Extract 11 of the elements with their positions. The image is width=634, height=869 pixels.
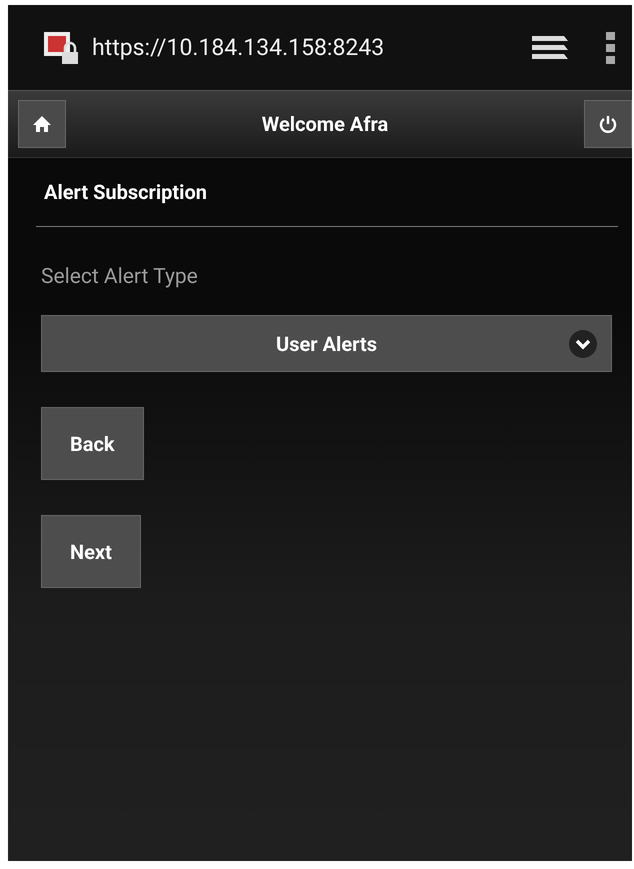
alert-type-dropdown[interactable]: User Alerts [41, 315, 612, 372]
home-icon [32, 114, 52, 134]
header-title: Welcome Afra [262, 112, 388, 136]
power-button[interactable] [584, 100, 632, 148]
chevron-down-icon [569, 330, 597, 358]
home-button[interactable] [18, 100, 66, 148]
nav-button[interactable]: Back [41, 407, 144, 480]
section-title: Alert Subscription [36, 158, 618, 227]
power-icon [598, 114, 618, 134]
field-label: Select Alert Type [41, 265, 198, 289]
nav-button[interactable]: Next [41, 515, 141, 588]
